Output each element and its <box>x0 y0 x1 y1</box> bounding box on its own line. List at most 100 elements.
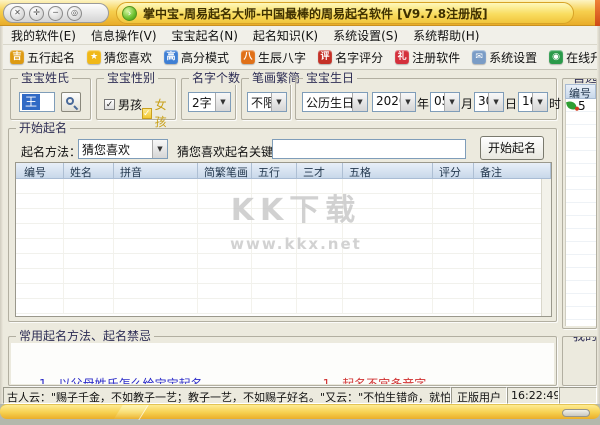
year-value: 2020 <box>376 94 400 108</box>
status-message: 古人云："赐子千金，不如教子一艺；教子一艺，不如赐子好名。"又云："不怕生错命，… <box>3 387 451 404</box>
toolbar-button[interactable]: ★ 猜您喜欢 <box>87 49 152 66</box>
surname-group-label: 宝宝姓氏 <box>18 71 73 85</box>
menu-item[interactable]: 我的软件(E) <box>11 27 76 44</box>
chevron-down-icon[interactable]: ▼ <box>444 93 460 111</box>
girl-checkbox[interactable]: ✓ <box>142 107 152 119</box>
gender-group: 宝宝性别 ✓ 男孩 ✓ 女孩 <box>96 71 176 129</box>
name-count-select[interactable]: 2字 ▼ <box>188 92 231 112</box>
column-header[interactable]: 三才 <box>297 163 343 178</box>
column-header[interactable]: 评分 <box>433 163 474 178</box>
toolbar-label: 注册软件 <box>412 50 461 65</box>
hour-unit-label: 时 <box>549 97 562 111</box>
tips-content: 1、以父母姓氏怎么给宝宝起名 1、起名不宜多音字 <box>11 343 554 384</box>
month-value: 05 <box>434 94 444 108</box>
column-header[interactable]: 简繁笔画 <box>198 163 252 178</box>
year-select[interactable]: 2020 ▼ <box>372 92 416 112</box>
calendar-type-select[interactable]: 公历生日 ▼ <box>302 92 368 112</box>
app-orb-icon[interactable]: › <box>122 5 137 21</box>
boy-checkbox[interactable]: ✓ <box>104 99 115 110</box>
table-row <box>16 179 541 194</box>
menu-item[interactable]: 系统设置(S) <box>333 27 398 44</box>
strokes-group: 笔画繁简 不限 ▼ <box>241 71 304 120</box>
chevron-down-icon[interactable]: ▼ <box>488 93 504 111</box>
tips-panel: 常用起名方法、起名禁忌 1、以父母姓氏怎么给宝宝起名 1、起名不宜多音字 <box>8 329 557 386</box>
toolbar-button[interactable]: 八 生辰八字 <box>241 49 306 66</box>
column-header[interactable]: 五格 <box>343 163 433 178</box>
chevron-down-icon[interactable]: ▼ <box>352 93 367 111</box>
results-table: 编号 姓名 拼音 简繁笔画 五行 三才 五格 评分 备注 KK下载 www.kkx.net <box>15 162 552 317</box>
menu-item[interactable]: 起名知识(K) <box>253 27 318 44</box>
toolbar-button[interactable]: 礼 注册软件 <box>395 49 460 66</box>
method-label: 起名方法： <box>21 145 82 159</box>
day-select[interactable]: 30 ▼ <box>474 92 505 112</box>
surname-search-button[interactable] <box>61 92 81 112</box>
menu-item[interactable]: 系统帮助(H) <box>413 27 479 44</box>
chevron-down-icon[interactable]: ▼ <box>152 140 167 158</box>
table-row <box>16 194 541 209</box>
window-title: 掌中宝-周易起名大师-中国最棒的周易起名软件 [V9.7.8注册版] <box>143 6 488 21</box>
naming-panel: 开始起名 起名方法： 猜您喜欢 ▼ 猜您喜欢起名关键词： 开始起名 编号 姓名 拼音… <box>8 121 557 322</box>
my-info-title: 我的信息 <box>570 337 596 343</box>
toolbar-button[interactable]: 高 高分模式 <box>164 49 229 66</box>
day-unit-label: 日 <box>505 97 518 111</box>
list-item[interactable]: 5 <box>565 99 596 113</box>
window-control-icon[interactable]: ◎ <box>67 5 82 21</box>
search-icon <box>66 97 74 105</box>
toolbar-label: 高分模式 <box>181 50 230 65</box>
chevron-down-icon[interactable]: ▼ <box>532 93 548 111</box>
hour-value: 16 <box>522 94 532 108</box>
toolbar-button[interactable]: 评 名字评分 <box>318 49 383 66</box>
toolbar-button[interactable]: ◉ 在线升级 <box>549 49 600 66</box>
method-value: 猜您喜欢 <box>82 143 131 157</box>
chevron-down-icon[interactable]: ▼ <box>271 93 286 111</box>
window-frame-left <box>0 26 3 404</box>
resize-grip[interactable] <box>562 409 590 417</box>
tip-link-taboo[interactable]: 1、起名不宜多音字 <box>323 375 427 384</box>
table-vertical-scrollbar[interactable] <box>541 179 551 316</box>
selected-names-list: 5 <box>565 99 596 326</box>
skin-edge <box>595 0 600 26</box>
keyword-input[interactable] <box>272 139 466 159</box>
toolbar-button[interactable]: ✉ 系统设置 <box>472 49 537 66</box>
results-table-body: KK下载 www.kkx.net <box>16 179 541 316</box>
month-unit-label: 月 <box>461 97 474 111</box>
hour-select[interactable]: 16 ▼ <box>518 92 549 112</box>
start-naming-button[interactable]: 开始起名 <box>480 136 544 160</box>
column-header[interactable]: 编号 <box>16 163 64 178</box>
menu-item[interactable]: 信息操作(V) <box>91 27 157 44</box>
selected-names-column-header[interactable]: 编号 <box>565 84 596 100</box>
name-count-group-label: 名字个数 <box>189 71 244 85</box>
desktop-strip <box>0 419 600 425</box>
window-control-icon[interactable]: ✕ <box>10 5 25 21</box>
gender-group-label: 宝宝性别 <box>104 71 159 85</box>
girl-label: 女孩 <box>154 98 167 129</box>
surname-input[interactable]: 王 <box>19 92 55 112</box>
window-control-icon[interactable]: ✛ <box>29 5 44 21</box>
year-unit-label: 年 <box>417 97 430 111</box>
column-header[interactable]: 姓名 <box>64 163 114 178</box>
tip-link-method[interactable]: 1、以父母姓氏怎么给宝宝起名 <box>39 375 203 384</box>
method-select[interactable]: 猜您喜欢 ▼ <box>78 139 168 159</box>
status-spare-pane <box>559 387 597 404</box>
toolbar-label: 在线升级 <box>566 50 600 65</box>
window-controls: ✕ ✛ ─ ◎ <box>3 3 109 23</box>
chevron-down-icon[interactable]: ▼ <box>400 93 415 111</box>
table-row <box>16 269 541 284</box>
menu-item[interactable]: 宝宝起名(N) <box>172 27 238 44</box>
column-header[interactable]: 五行 <box>252 163 297 178</box>
table-row <box>16 239 541 254</box>
menubar: 我的软件(E) 信息操作(V) 宝宝起名(N) 起名知识(K) 系统设置(S) 系统帮助(… <box>3 26 597 45</box>
chevron-down-icon[interactable]: ▼ <box>215 93 230 111</box>
strokes-select[interactable]: 不限 ▼ <box>247 92 287 112</box>
status-clock: 16:22:49 <box>507 387 559 404</box>
month-select[interactable]: 05 ▼ <box>430 92 461 112</box>
surname-group: 宝宝姓氏 王 <box>10 71 91 120</box>
tips-panel-title: 常用起名方法、起名禁忌 <box>16 329 155 343</box>
search-icon-handle <box>73 105 79 111</box>
toolbar-icon: ✉ <box>472 50 487 64</box>
column-header[interactable]: 拼音 <box>114 163 198 178</box>
window-control-icon[interactable]: ─ <box>48 5 63 21</box>
column-header[interactable]: 备注 <box>474 163 551 178</box>
toolbar-button[interactable]: 吉 五行起名 <box>10 49 75 66</box>
table-row <box>16 254 541 269</box>
